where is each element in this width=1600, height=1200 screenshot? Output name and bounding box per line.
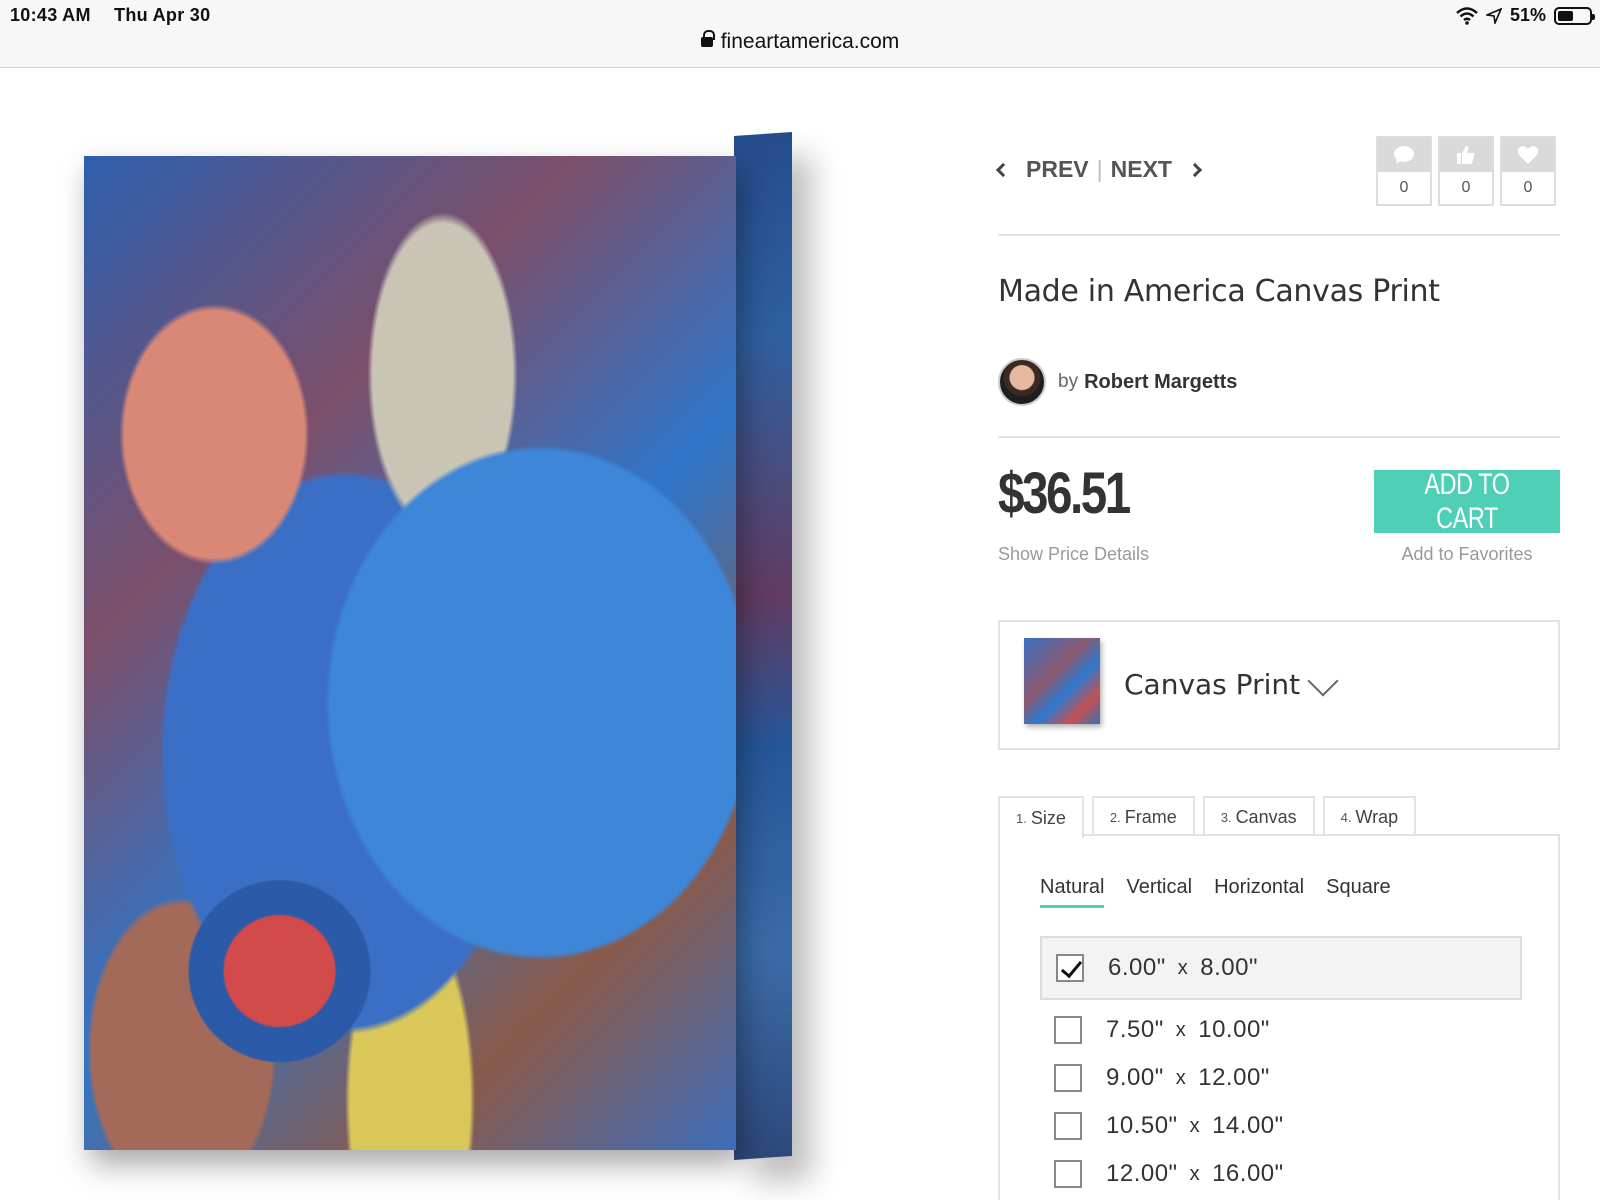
size-width: 10.50" [1106,1112,1178,1139]
size-x: x [1175,1066,1187,1089]
orientation-square[interactable]: Square [1326,876,1391,908]
likes-count: 0 [1461,179,1471,196]
artwork-image[interactable] [84,156,736,1150]
tab-number: 1. [1016,810,1027,826]
wifi-icon [1456,6,1478,25]
divider [998,436,1560,438]
tab-label: Canvas [1235,806,1297,827]
chevron-right-icon[interactable] [1187,162,1203,177]
tab-label: Frame [1124,806,1177,827]
artist-line: by Robert Margetts [998,358,1237,406]
lock-icon [700,30,715,47]
size-height: 10.00" [1198,1016,1270,1043]
price: $36.51 [998,461,1131,526]
orientation-horizontal[interactable]: Horizontal [1214,876,1304,908]
status-date: Thu Apr 30 [114,5,211,25]
address-bar[interactable]: fineartamerica.com [0,30,1600,54]
location-arrow-icon [1485,7,1502,24]
heart-icon [1502,138,1554,172]
like-button[interactable]: 0 [1438,136,1494,206]
tab-canvas[interactable]: 3. Canvas [1202,796,1315,836]
status-time: 10:43 AM [10,5,91,25]
comments-count: 0 [1399,179,1409,196]
product-type-label: Canvas Print [1124,668,1301,701]
browser-top-bar: 10:43 AM Thu Apr 30 51% fineartamerica.c… [0,0,1600,68]
option-tabs: 1. Size 2. Frame 3. Canvas 4. Wrap [998,796,1417,838]
size-checkbox[interactable] [1056,954,1084,982]
size-width: 9.00" [1106,1064,1164,1091]
comment-icon [1378,138,1430,172]
tab-size[interactable]: 1. Size [998,796,1084,838]
add-to-favorites-link[interactable]: Add to Favorites [1374,544,1560,565]
size-list: 6.00" x 8.00" 7.50" x 10.00" 9.00" x 12.00" 10… [1040,936,1522,1198]
url-text: fineartamerica.com [720,30,900,53]
size-option[interactable]: 6.00" x 8.00" [1040,936,1522,1000]
size-checkbox[interactable] [1054,1112,1082,1140]
tab-number: 2. [1109,809,1121,825]
tab-wrap[interactable]: 4. Wrap [1322,796,1417,836]
orientation-vertical[interactable]: Vertical [1126,876,1192,908]
size-options-panel: Natural Vertical Horizontal Square 6.00"… [998,834,1560,1200]
add-to-cart-button[interactable]: ADD TO CART [1374,467,1560,535]
chevron-left-icon[interactable] [995,162,1011,177]
status-left: 10:43 AM Thu Apr 30 [10,5,228,26]
prev-next-nav: PREV | NEXT [995,156,1203,183]
canvas-side-edge [734,131,792,1161]
size-option[interactable]: 12.00" x 16.00" [1040,1150,1522,1198]
divider [998,234,1560,236]
product-title: Made in America Canvas Print [998,274,1440,309]
thumbs-up-icon [1440,138,1492,172]
size-checkbox[interactable] [1054,1016,1082,1044]
size-checkbox[interactable] [1054,1160,1082,1188]
show-price-details-link[interactable]: Show Price Details [998,544,1149,565]
tab-number: 4. [1340,809,1352,825]
orientation-filter: Natural Vertical Horizontal Square [1040,876,1391,908]
battery-percent: 51% [1509,5,1546,25]
orientation-natural[interactable]: Natural [1040,876,1105,908]
chevron-down-icon[interactable] [1307,665,1339,697]
favorite-button[interactable]: 0 [1500,136,1556,206]
size-height: 12.00" [1198,1064,1270,1091]
artist-name-link[interactable]: Robert Margetts [1084,371,1237,394]
product-thumbnail [1024,638,1100,724]
nav-separator: | [1096,156,1103,182]
size-x: x [1189,1162,1201,1185]
size-height: 8.00" [1200,954,1258,981]
favorites-count: 0 [1523,179,1533,196]
size-height: 16.00" [1212,1160,1284,1187]
status-right: 51% [1456,5,1595,26]
size-x: x [1189,1114,1201,1137]
size-width: 12.00" [1106,1160,1178,1187]
tab-label: Wrap [1355,806,1399,827]
comments-button[interactable]: 0 [1376,136,1432,206]
artist-prefix: by [1058,371,1079,392]
size-option[interactable]: 7.50" x 10.00" [1040,1006,1522,1054]
tab-label: Size [1030,807,1066,828]
add-to-cart-label: ADD TO CART [1424,467,1510,535]
size-option[interactable]: 9.00" x 12.00" [1040,1054,1522,1102]
artwork-canvas-preview[interactable] [84,131,792,1161]
product-type-selector[interactable]: Canvas Print [998,620,1560,750]
size-height: 14.00" [1212,1112,1284,1139]
size-checkbox[interactable] [1054,1064,1082,1092]
next-link[interactable]: NEXT [1111,156,1172,183]
tab-frame[interactable]: 2. Frame [1091,796,1195,836]
battery-icon [1554,6,1595,25]
prev-link[interactable]: PREV [1026,156,1089,183]
tab-number: 3. [1220,809,1232,825]
artist-avatar[interactable] [998,358,1046,406]
social-buttons: 0 0 0 [1376,136,1556,206]
size-option[interactable]: 10.50" x 14.00" [1040,1102,1522,1150]
size-width: 7.50" [1106,1016,1164,1043]
size-x: x [1177,956,1189,979]
size-width: 6.00" [1108,954,1166,981]
size-x: x [1175,1018,1187,1041]
